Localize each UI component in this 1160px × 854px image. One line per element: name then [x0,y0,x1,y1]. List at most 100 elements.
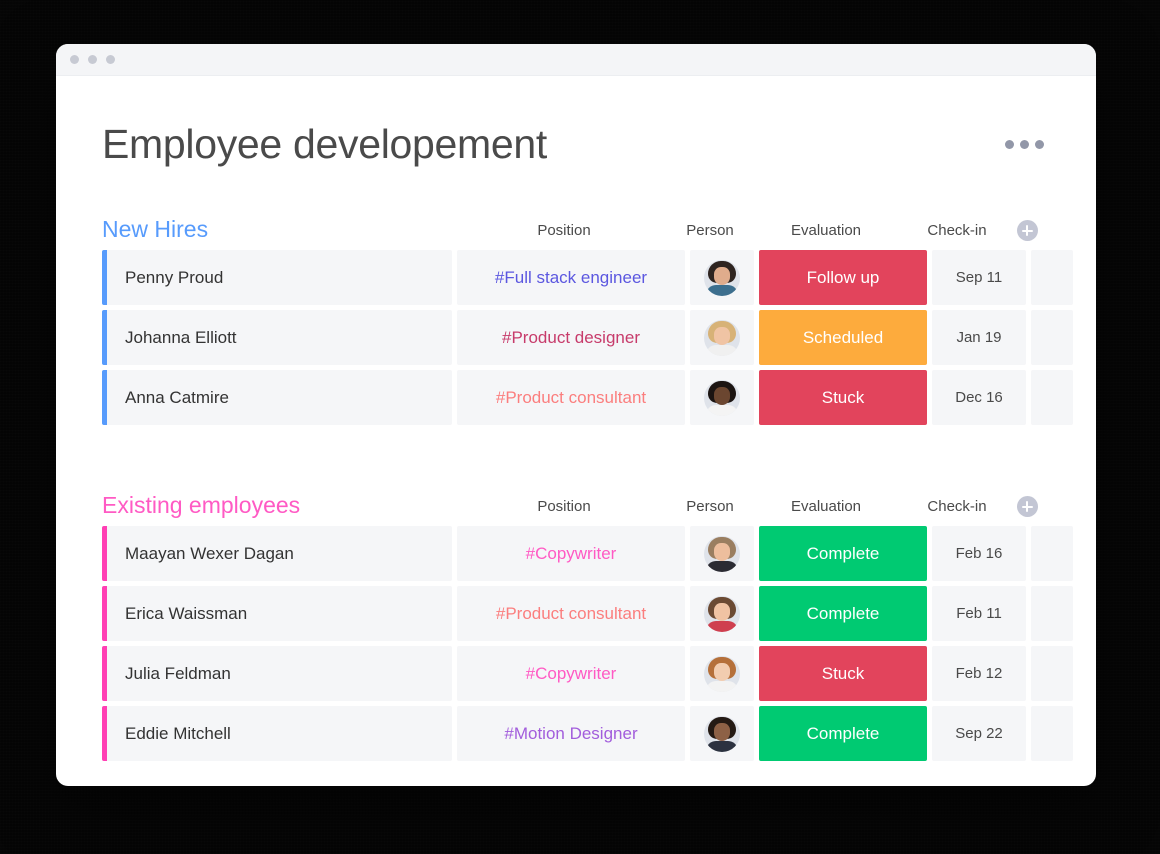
avatar-anna-catmire[interactable] [704,380,740,416]
row-checkin-date[interactable]: Feb 11 [932,586,1026,641]
row-position-cell[interactable]: #Full stack engineer [457,250,685,305]
row-position-cell[interactable]: #Copywriter [457,526,685,581]
row-name-cell[interactable]: Anna Catmire [107,370,452,425]
row-checkin-date[interactable]: Feb 12 [932,646,1026,701]
column-header-person[interactable]: Person [678,499,742,514]
row-name-cell[interactable]: Penny Proud [107,250,452,305]
table-row[interactable]: Erica Waissman#Product consultant Complet… [102,586,1050,641]
avatar-shoulders [706,285,738,296]
avatar-shoulders [706,681,738,692]
row-position-cell[interactable]: #Product consultant [457,370,685,425]
table-row[interactable]: Maayan Wexer Dagan#Copywriter CompleteFeb… [102,526,1050,581]
row-person-cell[interactable] [690,526,754,581]
add-column-icon[interactable] [1017,496,1038,517]
avatar-face [714,723,730,741]
page-content: Employee developement New HiresPositionP… [56,76,1096,761]
table-row[interactable]: Johanna Elliott#Product designer Schedule… [102,310,1050,365]
row-person-cell[interactable] [690,586,754,641]
row-person-cell[interactable] [690,370,754,425]
row-name-cell[interactable]: Eddie Mitchell [107,706,452,761]
table-row[interactable]: Julia Feldman#Copywriter StuckFeb 12 [102,646,1050,701]
row-checkin-date[interactable]: Jan 19 [932,310,1026,365]
avatar-shoulders [706,621,738,632]
table-row[interactable]: Anna Catmire#Product consultant StuckDec … [102,370,1050,425]
row-evaluation-status[interactable]: Stuck [759,370,927,425]
group-title[interactable]: Existing employees [102,494,300,517]
board-rows: Penny Proud#Full stack engineer Follow up… [102,250,1050,425]
minimize-icon[interactable] [88,55,97,64]
avatar-face [714,543,730,561]
row-evaluation-status[interactable]: Complete [759,706,927,761]
column-header-checkin[interactable]: Check-in [910,223,1004,238]
row-person-cell[interactable] [690,646,754,701]
avatar-julia-feldman[interactable] [704,656,740,692]
row-position-cell[interactable]: #Motion Designer [457,706,685,761]
table-row[interactable]: Penny Proud#Full stack engineer Follow up… [102,250,1050,305]
row-evaluation-status[interactable]: Stuck [759,646,927,701]
row-name-cell[interactable]: Erica Waissman [107,586,452,641]
avatar-face [714,663,730,681]
avatar-shoulders [706,741,738,752]
row-position-cell[interactable]: #Product consultant [457,586,685,641]
column-headers: PositionPersonEvaluationCheck-in [450,220,1050,241]
column-header-checkin[interactable]: Check-in [910,499,1004,514]
avatar-penny-proud[interactable] [704,260,740,296]
row-person-cell[interactable] [690,310,754,365]
row-evaluation-status[interactable]: Complete [759,586,927,641]
row-position-cell[interactable]: #Product designer [457,310,685,365]
boards-container: New HiresPositionPersonEvaluationCheck-i… [102,207,1050,761]
avatar-face [714,387,730,405]
kebab-dot [1035,140,1044,149]
avatar-shoulders [706,561,738,572]
column-header-evaluation[interactable]: Evaluation [742,223,910,238]
avatar-face [714,327,730,345]
row-name-cell[interactable]: Julia Feldman [107,646,452,701]
column-header-person[interactable]: Person [678,223,742,238]
row-checkin-date[interactable]: Sep 11 [932,250,1026,305]
group-title[interactable]: New Hires [102,218,208,241]
add-column-icon[interactable] [1017,220,1038,241]
table-row[interactable]: Eddie Mitchell#Motion Designer CompleteSe… [102,706,1050,761]
row-person-cell[interactable] [690,706,754,761]
add-column-cell [1004,496,1050,517]
row-checkin-date[interactable]: Dec 16 [932,370,1026,425]
row-evaluation-status[interactable]: Complete [759,526,927,581]
row-evaluation-status[interactable]: Scheduled [759,310,927,365]
kebab-menu-icon[interactable] [999,134,1050,155]
avatar-face [714,267,730,285]
row-empty-cell[interactable] [1031,310,1073,365]
row-empty-cell[interactable] [1031,370,1073,425]
board-group: New Hires PositionPersonEvaluationCheck-i… [102,207,1050,425]
row-position-cell[interactable]: #Copywriter [457,646,685,701]
avatar-maayan-wexer-dagan[interactable] [704,536,740,572]
avatar-shoulders [706,345,738,356]
avatar-erica-waissman[interactable] [704,596,740,632]
row-empty-cell[interactable] [1031,706,1073,761]
app-window: Employee developement New HiresPositionP… [56,44,1096,786]
maximize-icon[interactable] [106,55,115,64]
avatar-johanna-elliott[interactable] [704,320,740,356]
row-empty-cell[interactable] [1031,586,1073,641]
row-name-cell[interactable]: Maayan Wexer Dagan [107,526,452,581]
row-empty-cell[interactable] [1031,646,1073,701]
row-checkin-date[interactable]: Feb 16 [932,526,1026,581]
avatar-eddie-mitchell[interactable] [704,716,740,752]
column-header-evaluation[interactable]: Evaluation [742,499,910,514]
close-icon[interactable] [70,55,79,64]
kebab-dot [1005,140,1014,149]
row-checkin-date[interactable]: Sep 22 [932,706,1026,761]
row-name-cell[interactable]: Johanna Elliott [107,310,452,365]
column-header-position[interactable]: Position [450,223,678,238]
row-person-cell[interactable] [690,250,754,305]
board-rows: Maayan Wexer Dagan#CopywriterCompleteFeb… [102,526,1050,761]
row-empty-cell[interactable] [1031,250,1073,305]
page-title: Employee developement [102,124,547,165]
add-column-cell [1004,220,1050,241]
avatar-face [714,603,730,621]
row-empty-cell[interactable] [1031,526,1073,581]
column-header-position[interactable]: Position [450,499,678,514]
board-group-header: Existing employees PositionPersonEvaluati… [102,483,1050,517]
column-headers: PositionPersonEvaluationCheck-in [450,496,1050,517]
board-group: Existing employees PositionPersonEvaluati… [102,483,1050,761]
row-evaluation-status[interactable]: Follow up [759,250,927,305]
